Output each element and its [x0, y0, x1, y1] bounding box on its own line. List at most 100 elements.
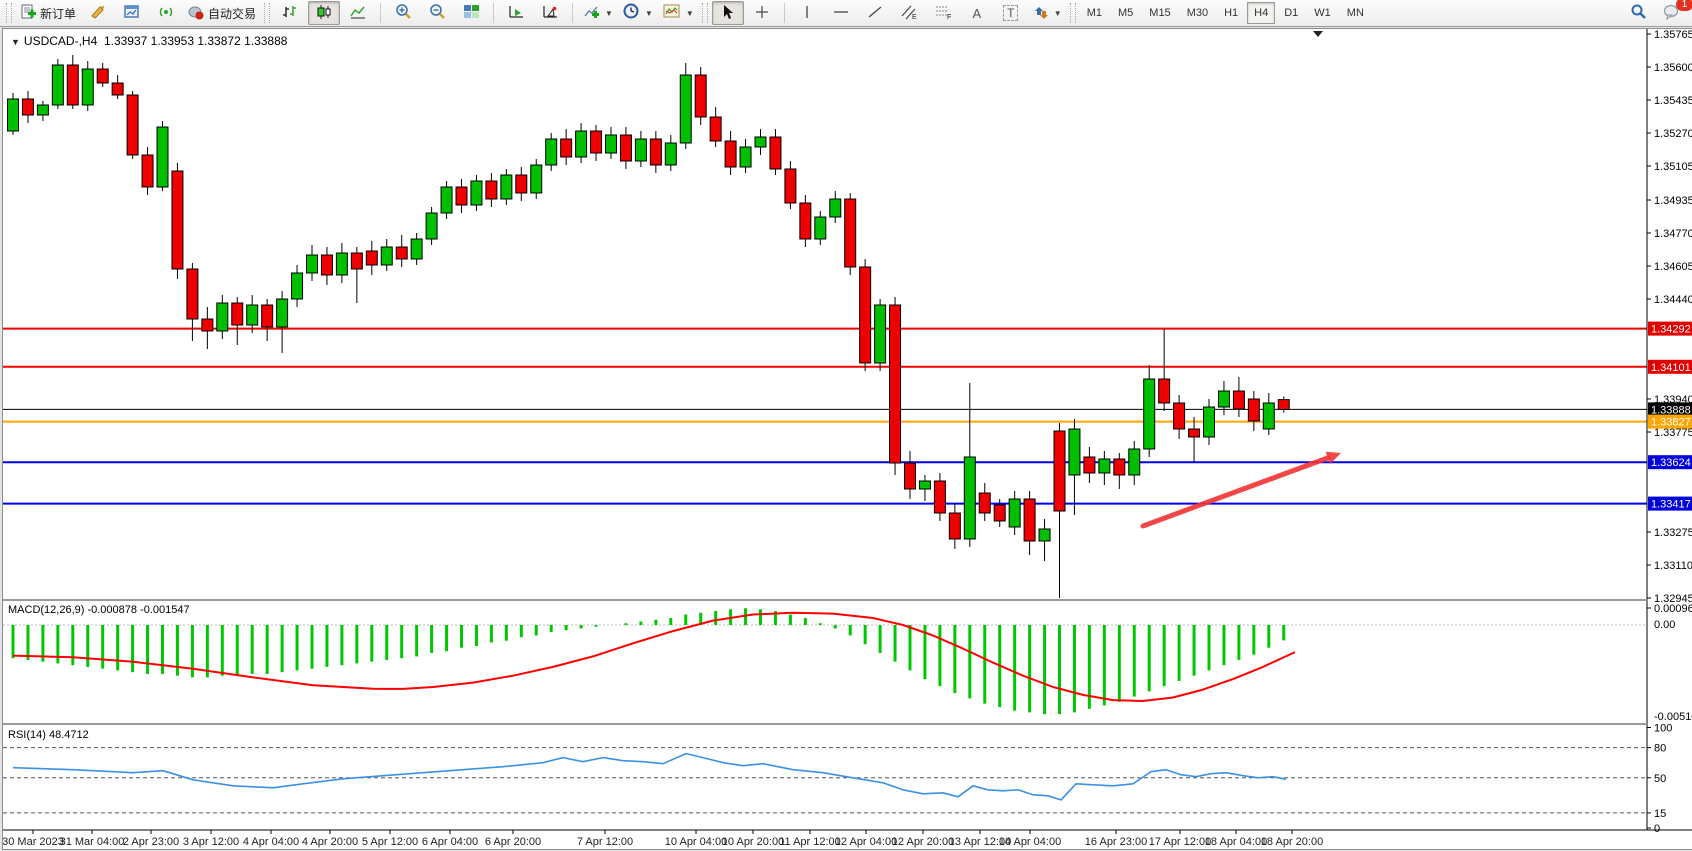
svg-text:16 Apr 23:00: 16 Apr 23:00 — [1085, 836, 1147, 848]
svg-text:50: 50 — [1654, 773, 1666, 785]
toolbar-grip[interactable] — [1070, 3, 1076, 23]
zoom-out-button[interactable] — [421, 1, 453, 25]
crosshair-tool-button[interactable] — [746, 1, 778, 25]
svg-text:15: 15 — [1654, 808, 1666, 820]
indicators-button[interactable]: ▼ — [579, 1, 617, 25]
svg-text:6 Apr 04:00: 6 Apr 04:00 — [422, 836, 478, 848]
trendline-icon — [867, 4, 883, 23]
svg-text:6 Apr 20:00: 6 Apr 20:00 — [485, 836, 541, 848]
cursor-tool-button[interactable] — [712, 1, 744, 25]
tf-m1-button[interactable]: M1 — [1080, 2, 1109, 24]
vertical-line-tool-button[interactable] — [791, 1, 823, 25]
search-button[interactable] — [1622, 1, 1654, 25]
horizontal-line-icon — [832, 4, 850, 23]
trendline-tool-button[interactable] — [859, 1, 891, 25]
svg-text:3 Apr 12:00: 3 Apr 12:00 — [183, 836, 239, 848]
auto-scroll-button[interactable] — [500, 1, 532, 25]
svg-text:18 Apr 04:00: 18 Apr 04:00 — [1205, 836, 1267, 848]
candlestick-mode-button[interactable] — [308, 1, 340, 25]
separator — [784, 3, 785, 23]
chart-shift-button[interactable] — [534, 1, 566, 25]
clock-icon — [623, 3, 640, 23]
svg-text:2 Apr 23:00: 2 Apr 23:00 — [123, 836, 179, 848]
text-tool-button[interactable]: A — [961, 1, 993, 25]
tf-mn-button[interactable]: MN — [1340, 2, 1371, 24]
tile-windows-icon — [463, 3, 480, 23]
tf-m15-button[interactable]: M15 — [1142, 2, 1177, 24]
toolbar-grip[interactable] — [264, 3, 270, 23]
svg-text:1.34101: 1.34101 — [1651, 362, 1691, 374]
tf-m30-button[interactable]: M30 — [1180, 2, 1215, 24]
separator — [572, 3, 573, 23]
fibonacci-tool-button[interactable]: F — [927, 1, 959, 25]
new-order-icon — [20, 4, 36, 23]
toolbar: 新订单 自动交易 — [0, 0, 1692, 27]
chart-canvas[interactable]: 1.357651.356001.354351.352701.351051.349… — [3, 29, 1692, 849]
chart-shift-icon — [541, 4, 559, 23]
svg-text:1.35105: 1.35105 — [1654, 161, 1692, 173]
arrows-icon — [1033, 4, 1049, 23]
channel-tool-button[interactable]: E — [893, 1, 925, 25]
bar-chart-icon — [281, 4, 299, 23]
text-tool-icon: A — [972, 6, 981, 21]
chart-ohlc-values: 1.33937 1.33953 1.33872 1.33888 — [104, 34, 288, 48]
svg-text:0: 0 — [1654, 823, 1660, 835]
new-order-button[interactable]: 新订单 — [16, 1, 80, 25]
svg-text:11 Apr 12:00: 11 Apr 12:00 — [779, 836, 841, 848]
template-chart-icon — [663, 4, 681, 22]
svg-text:1.35765: 1.35765 — [1654, 29, 1692, 41]
svg-text:10 Apr 20:00: 10 Apr 20:00 — [722, 836, 784, 848]
signals-button[interactable] — [150, 1, 182, 25]
toolbar-grip[interactable] — [6, 3, 12, 23]
styler-button[interactable] — [82, 1, 114, 25]
svg-text:1.33275: 1.33275 — [1654, 527, 1692, 539]
macd-indicator-label: MACD(12,26,9) -0.000878 -0.001547 — [8, 604, 190, 616]
zoom-in-icon — [395, 3, 412, 23]
chevron-down-icon: ▼ — [686, 9, 694, 18]
chart-window[interactable]: 1.357651.356001.354351.352701.351051.349… — [2, 28, 1692, 850]
svg-text:4 Apr 20:00: 4 Apr 20:00 — [302, 836, 358, 848]
new-chart-button[interactable] — [116, 1, 148, 25]
svg-text:E: E — [912, 14, 917, 20]
svg-text:1.35600: 1.35600 — [1654, 62, 1692, 74]
label-tool-button[interactable]: T — [995, 1, 1027, 25]
tf-w1-button[interactable]: W1 — [1307, 2, 1338, 24]
chevron-down-icon: ▼ — [645, 9, 653, 18]
horizontal-line-tool-button[interactable] — [825, 1, 857, 25]
notifications-button[interactable]: 1 — [1656, 1, 1688, 25]
auto-trading-button[interactable]: 自动交易 — [184, 1, 260, 25]
line-chart-mode-button[interactable] — [342, 1, 374, 25]
svg-text:31 Mar 04:00: 31 Mar 04:00 — [60, 836, 125, 848]
toolbar-grip[interactable] — [702, 3, 708, 23]
chart-symbol-period: USDCAD-,H4 — [24, 34, 97, 48]
svg-text:1.34935: 1.34935 — [1654, 195, 1692, 207]
chart-window-icon — [124, 4, 140, 23]
svg-text:12 Apr 20:00: 12 Apr 20:00 — [892, 836, 954, 848]
separator — [493, 3, 494, 23]
arrows-tool-button[interactable]: ▼ — [1029, 1, 1066, 25]
svg-text:100: 100 — [1654, 723, 1672, 735]
signal-icon — [158, 4, 174, 23]
tile-windows-button[interactable] — [455, 1, 487, 25]
svg-text:1.34292: 1.34292 — [1651, 324, 1691, 336]
svg-text:-0.005107: -0.005107 — [1654, 711, 1692, 723]
svg-text:0.000962: 0.000962 — [1654, 603, 1692, 615]
chart-title: ▼ USDCAD-,H4 1.33937 1.33953 1.33872 1.33… — [11, 34, 287, 48]
templates-button[interactable]: ▼ — [659, 1, 698, 25]
tf-d1-button[interactable]: D1 — [1277, 2, 1305, 24]
trend-arrow[interactable] — [1143, 458, 1328, 526]
svg-text:1.34605: 1.34605 — [1654, 261, 1692, 273]
equidistant-channel-icon: E — [900, 4, 918, 23]
label-tool-icon: T — [1003, 5, 1018, 21]
tf-m5-button[interactable]: M5 — [1111, 2, 1140, 24]
bar-chart-mode-button[interactable] — [274, 1, 306, 25]
tf-h4-button[interactable]: H4 — [1247, 2, 1275, 24]
crosshair-icon — [754, 4, 770, 23]
zoom-in-button[interactable] — [387, 1, 419, 25]
vertical-line-icon — [801, 4, 813, 23]
symbol-dropdown-icon[interactable]: ▼ — [11, 37, 20, 47]
svg-text:1.35435: 1.35435 — [1654, 95, 1692, 107]
periods-button[interactable]: ▼ — [619, 1, 657, 25]
tf-h1-button[interactable]: H1 — [1217, 2, 1245, 24]
fibonacci-icon: F — [934, 4, 952, 23]
